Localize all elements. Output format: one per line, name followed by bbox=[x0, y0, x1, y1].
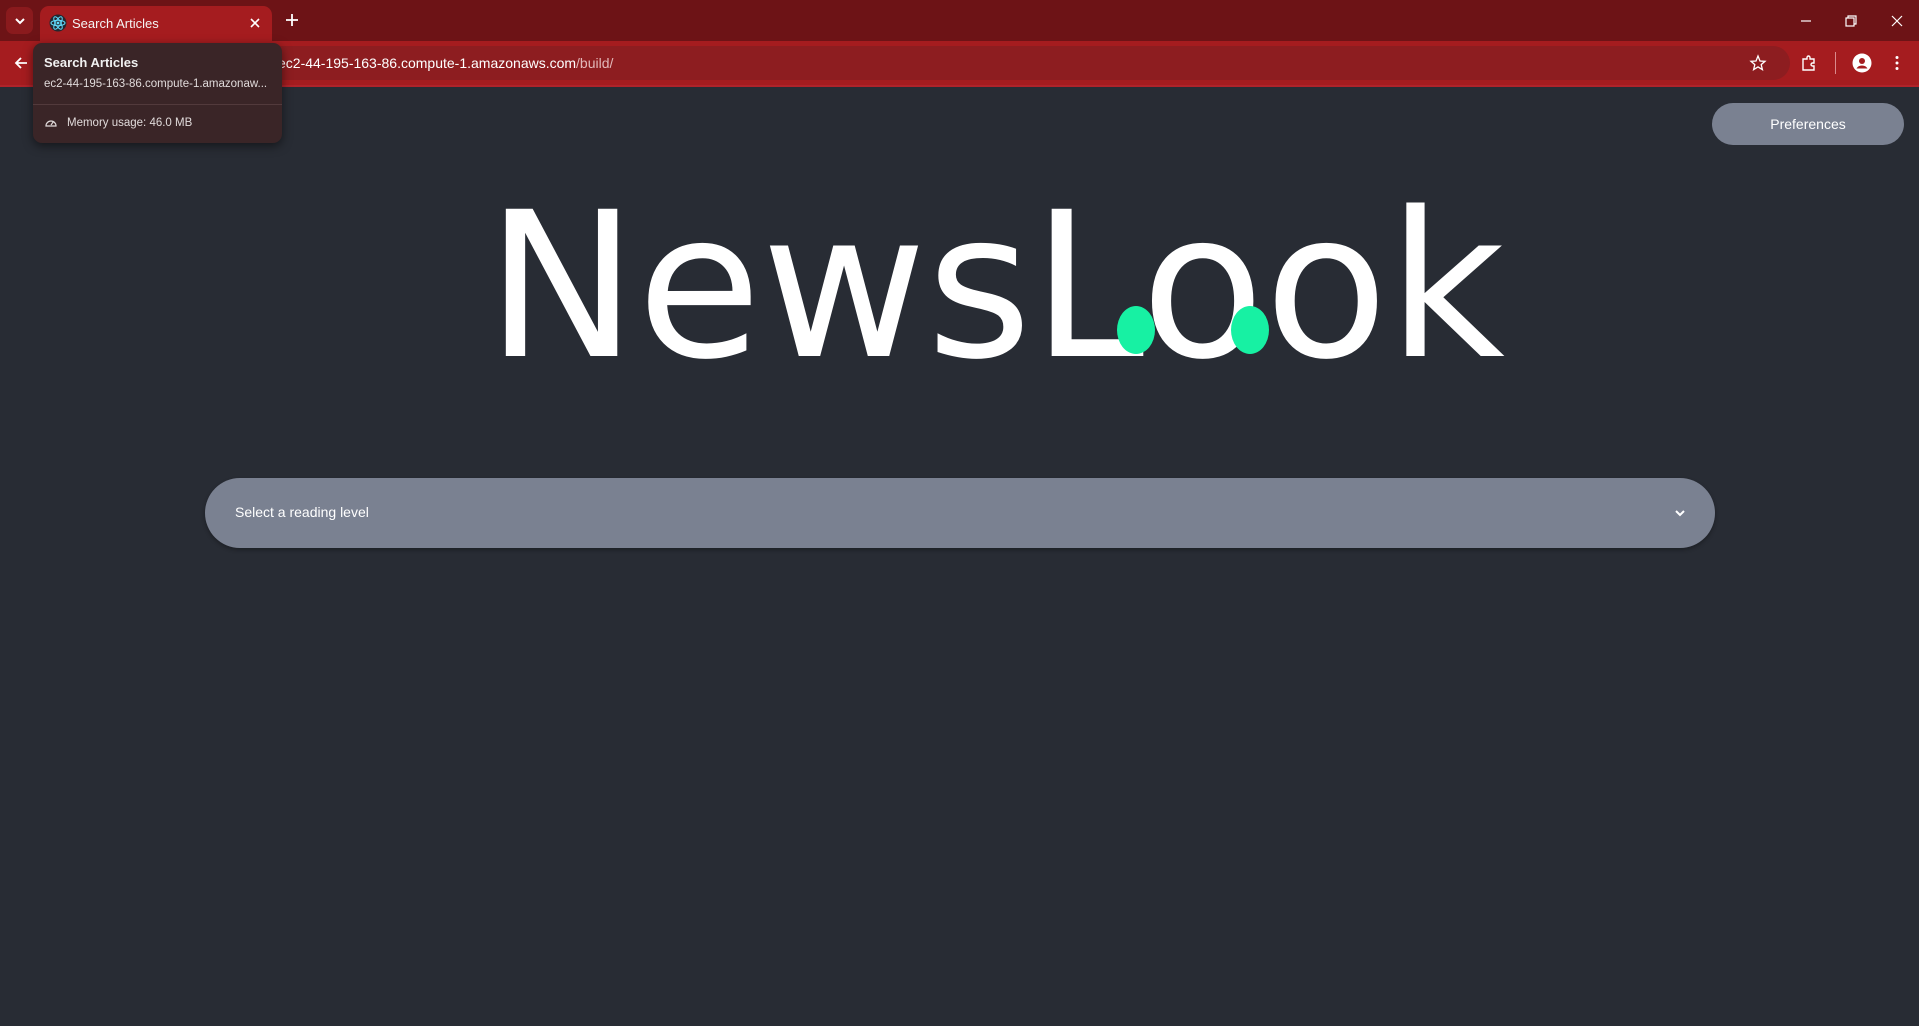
url-text: ec2-44-195-163-86.compute-1.amazonaws.co… bbox=[278, 55, 613, 71]
plus-icon[interactable] bbox=[283, 11, 301, 29]
puzzle-icon[interactable] bbox=[1800, 54, 1818, 72]
address-bar[interactable]: ec2-44-195-163-86.compute-1.amazonaws.co… bbox=[42, 46, 1790, 80]
react-icon bbox=[49, 14, 67, 32]
tab-search-button[interactable] bbox=[6, 7, 33, 34]
close-icon[interactable] bbox=[247, 15, 263, 31]
arrow-left-icon[interactable] bbox=[12, 54, 30, 72]
reading-level-placeholder: Select a reading level bbox=[235, 504, 369, 520]
restore-icon[interactable] bbox=[1842, 12, 1860, 30]
url-host: ec2-44-195-163-86.compute-1.amazonaws.co… bbox=[278, 55, 577, 71]
minimize-icon[interactable] bbox=[1797, 12, 1815, 30]
close-icon[interactable] bbox=[1888, 12, 1906, 30]
hover-card-title: Search Articles bbox=[44, 55, 139, 70]
kebab-menu-icon[interactable] bbox=[1888, 54, 1906, 72]
logo-eye-right bbox=[1231, 306, 1269, 354]
gauge-icon bbox=[45, 120, 57, 127]
tab-strip: Search Articles bbox=[0, 0, 1919, 41]
hover-card-divider bbox=[33, 104, 282, 105]
tab-title: Search Articles bbox=[72, 16, 159, 31]
preferences-button[interactable]: Preferences bbox=[1712, 103, 1904, 145]
logo-text: NewsLook bbox=[486, 168, 1505, 404]
browser-toolbar: ec2-44-195-163-86.compute-1.amazonaws.co… bbox=[0, 41, 1919, 86]
toolbar-bottom-border bbox=[0, 85, 1919, 87]
toolbar-divider bbox=[1835, 52, 1836, 74]
reading-level-select[interactable]: Select a reading level bbox=[205, 478, 1715, 548]
logo-eye-left bbox=[1117, 306, 1155, 354]
tab-hover-card: Search Articles ec2-44-195-163-86.comput… bbox=[33, 43, 282, 143]
hover-card-memory: Memory usage: 46.0 MB bbox=[67, 117, 193, 129]
url-path: /build/ bbox=[576, 55, 614, 71]
chevron-down-icon bbox=[1675, 510, 1685, 517]
person-icon[interactable] bbox=[1852, 53, 1872, 73]
star-icon[interactable] bbox=[1749, 54, 1767, 72]
tab-search-articles[interactable]: Search Articles bbox=[40, 6, 272, 41]
chevron-down-icon bbox=[14, 17, 25, 24]
hover-card-url: ec2-44-195-163-86.compute-1.amazonaw... bbox=[44, 78, 268, 90]
